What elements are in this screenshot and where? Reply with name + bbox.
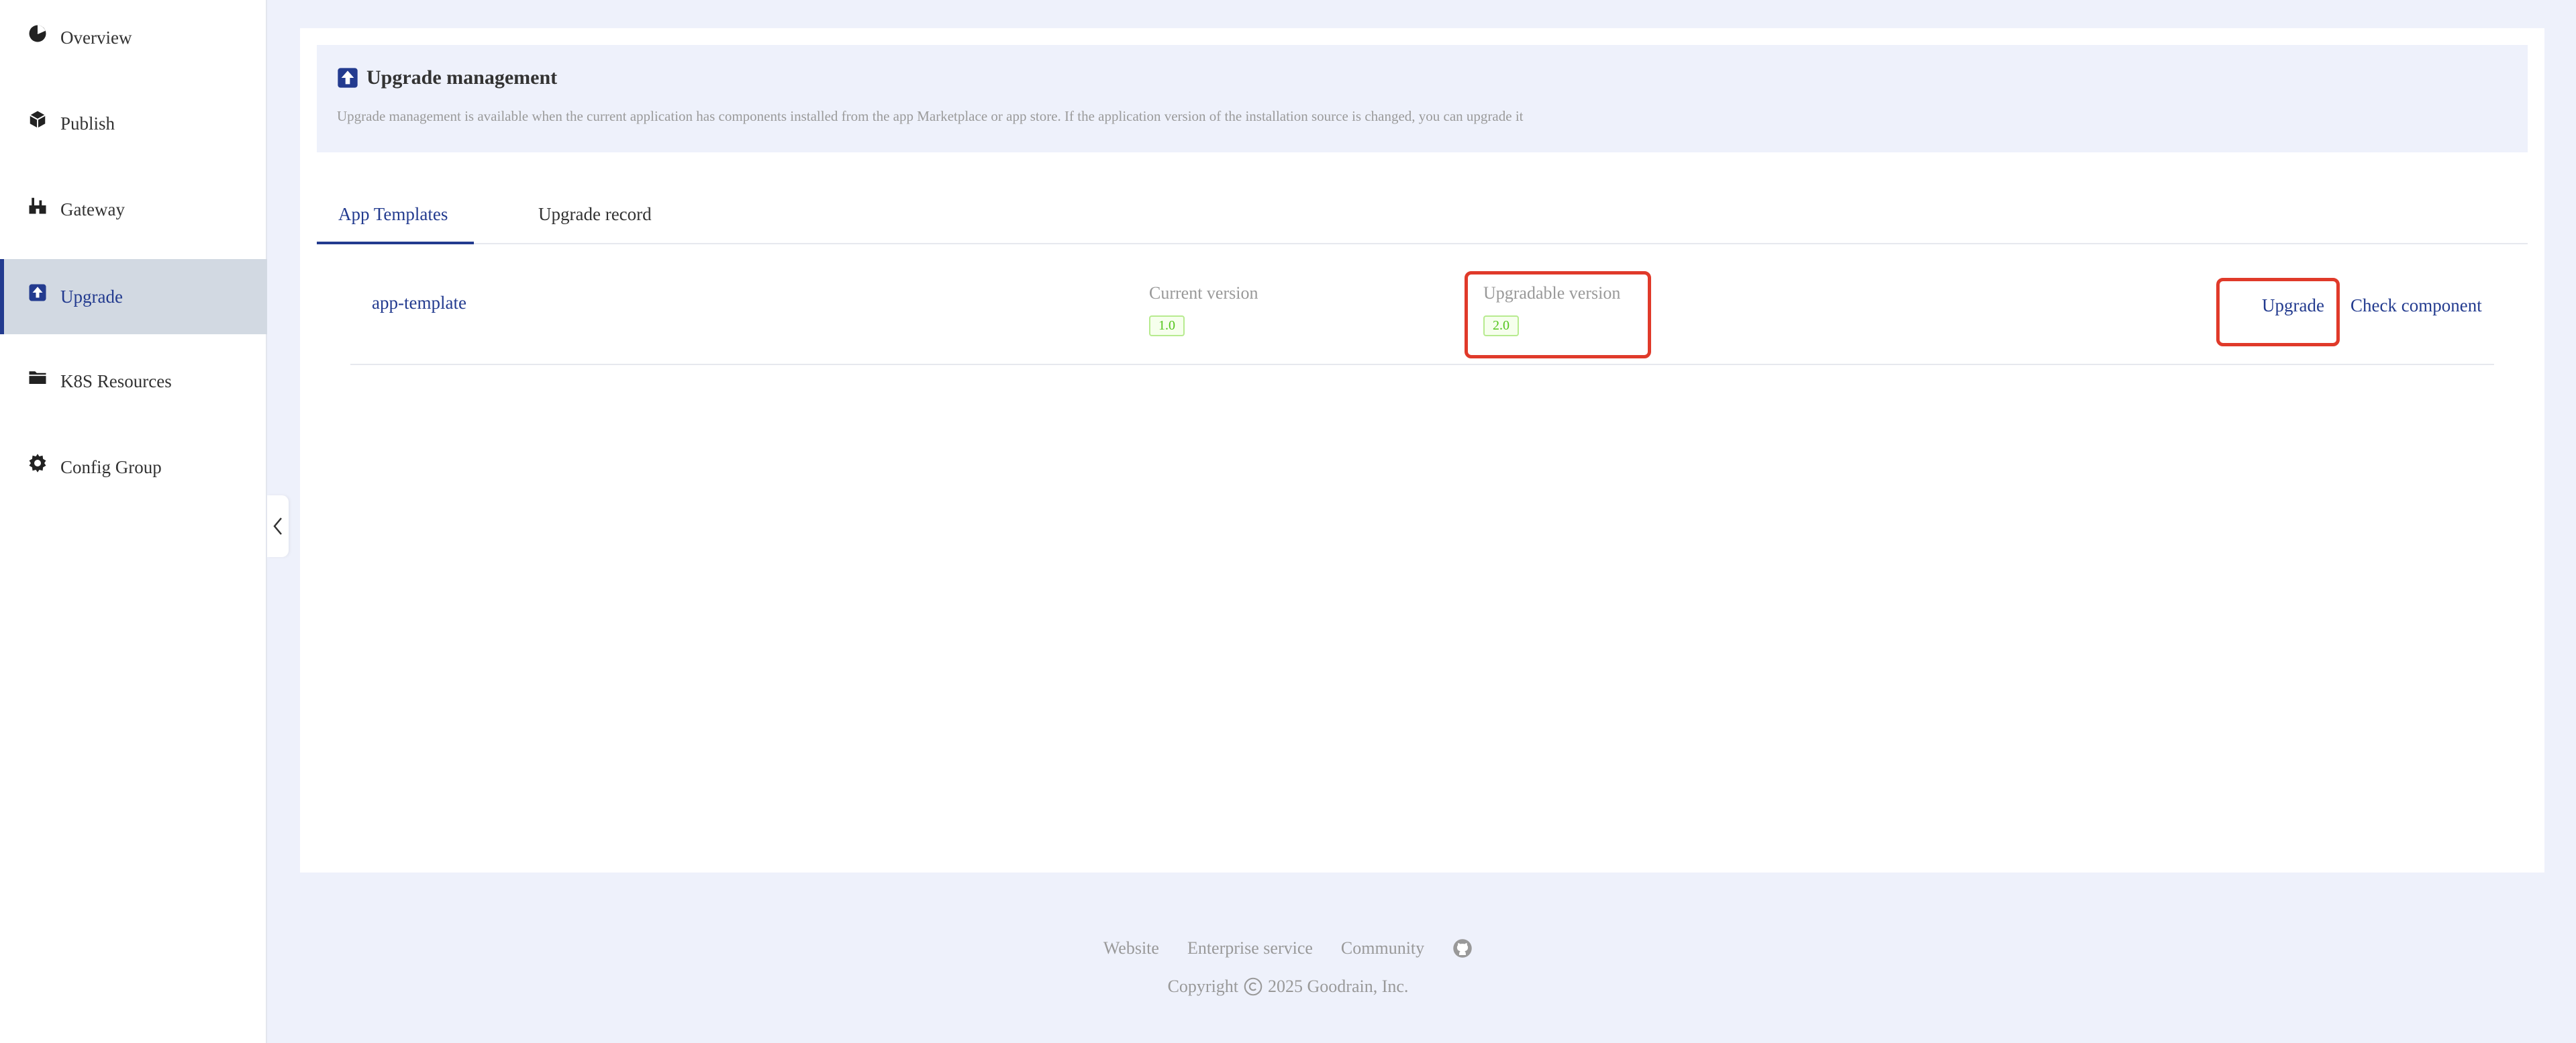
cube-icon: [27, 109, 48, 130]
sidebar-item-label: Upgrade: [60, 286, 123, 307]
sidebar-item-label: Gateway: [60, 199, 125, 219]
upgradable-version-highlight: [1465, 271, 1651, 358]
check-component-button[interactable]: Check component: [2350, 295, 2482, 316]
sidebar-item-publish[interactable]: Publish: [0, 86, 267, 161]
upgrade-icon: [337, 67, 358, 89]
upgrade-button-highlight: [2216, 278, 2340, 346]
sidebar: Overview Publish Gateway Upgrade K8S Res…: [0, 0, 267, 1043]
footer-link-website[interactable]: Website: [1103, 938, 1159, 958]
tab-app-templates[interactable]: App Templates: [338, 196, 448, 244]
sidebar-item-upgrade[interactable]: Upgrade: [0, 259, 267, 334]
copyright-icon: [1244, 977, 1262, 996]
tab-upgrade-record[interactable]: Upgrade record: [538, 196, 652, 244]
github-icon[interactable]: [1452, 938, 1473, 958]
footer-link-enterprise-service[interactable]: Enterprise service: [1187, 938, 1313, 958]
copyright-prefix: Copyright: [1167, 977, 1239, 996]
sidebar-item-config-group[interactable]: Config Group: [0, 430, 267, 505]
upgrade-icon: [27, 282, 48, 303]
sidebar-collapse-button[interactable]: [267, 495, 289, 557]
page-header: Upgrade management Upgrade management is…: [317, 45, 2528, 152]
main-content-card: Upgrade management Upgrade management is…: [300, 28, 2544, 873]
sidebar-item-label: Config Group: [60, 456, 162, 477]
sidebar-item-label: Publish: [60, 113, 115, 134]
sidebar-item-label: Overview: [60, 27, 132, 48]
table-row: app-template Current version 1.0 Upgrada…: [350, 266, 2494, 365]
current-version-label: Current version: [1149, 283, 1258, 303]
sidebar-item-label: K8S Resources: [60, 370, 172, 391]
current-version-tag: 1.0: [1149, 315, 1185, 336]
app-template-name-link[interactable]: app-template: [372, 293, 466, 313]
pie-chart-icon: [27, 23, 48, 44]
footer-link-community[interactable]: Community: [1341, 938, 1424, 958]
footer-links: Website Enterprise service Community: [0, 938, 2576, 958]
chevron-left-icon: [273, 517, 282, 535]
sidebar-item-overview[interactable]: Overview: [0, 0, 267, 75]
current-version-column: Current version 1.0: [1149, 283, 1258, 336]
sidebar-item-gateway[interactable]: Gateway: [0, 172, 267, 247]
page-description: Upgrade management is available when the…: [337, 108, 1524, 124]
tab-bar: App Templates Upgrade record: [317, 196, 2528, 244]
gear-icon: [27, 452, 48, 474]
footer-copyright: Copyright 2025 Goodrain, Inc.: [0, 977, 2576, 997]
page-title: Upgrade management: [337, 66, 557, 89]
page-title-text: Upgrade management: [366, 66, 558, 89]
copyright-text: 2025 Goodrain, Inc.: [1268, 977, 1409, 996]
active-tab-indicator: [317, 242, 474, 244]
gateway-icon: [27, 195, 48, 216]
folder-icon: [27, 366, 48, 388]
sidebar-item-k8s-resources[interactable]: K8S Resources: [0, 344, 267, 419]
